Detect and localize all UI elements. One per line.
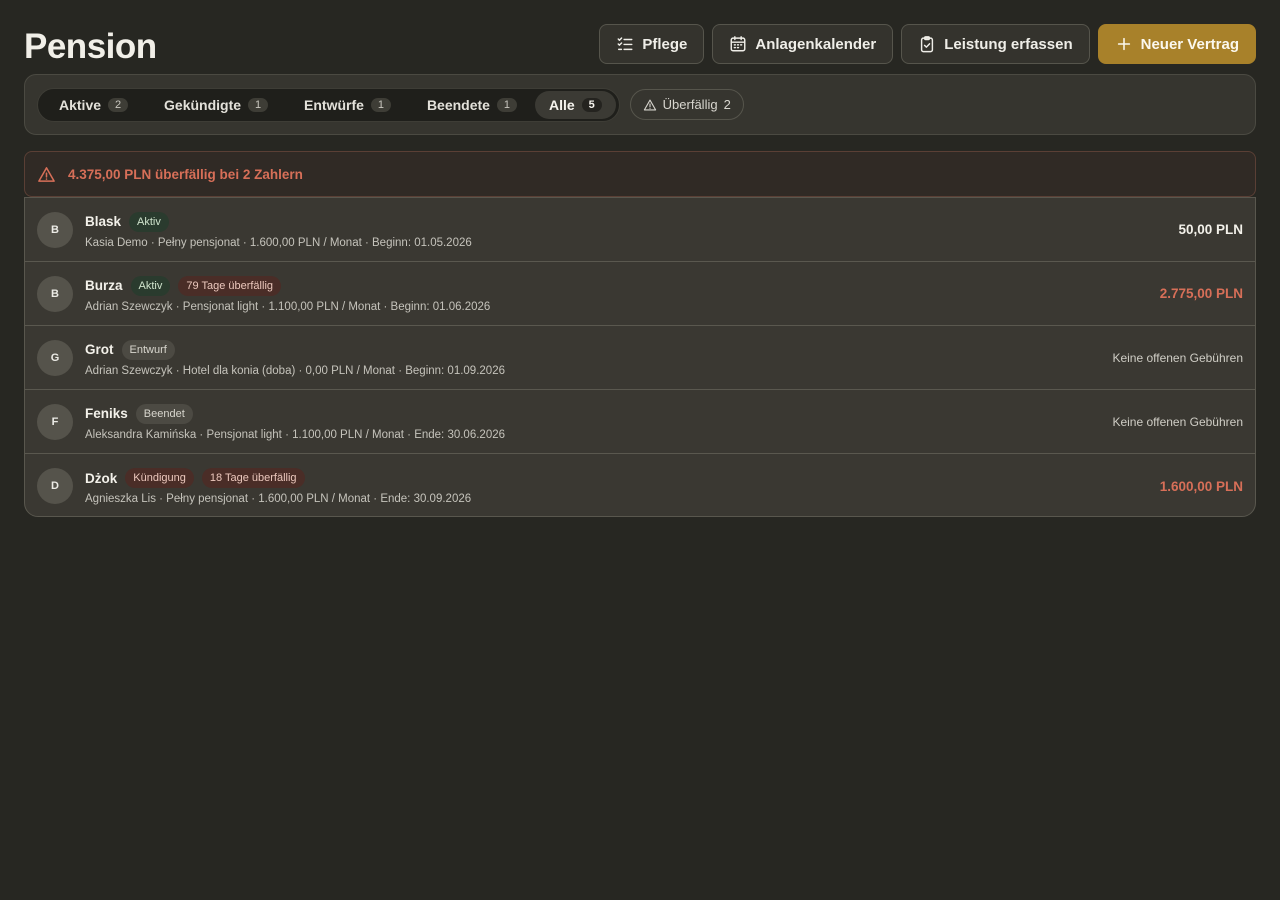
avatar: G [37,339,73,376]
open-amount: 2.775,00 PLN [1159,286,1243,301]
record-service-button[interactable]: Leistung erfassen [901,24,1090,64]
tab-label: Gekündigte [164,96,242,113]
contract-info: Dżok Kündigung 18 Tage überfällig Agnies… [85,467,1160,505]
contract-row[interactable]: B Blask Aktiv Kasia Demo · Pełny pensjon… [25,198,1255,262]
warning-icon [643,99,656,110]
contract-title-line: Feniks Beendet [85,403,1112,425]
contract-row[interactable]: D Dżok Kündigung 18 Tage überfällig Agni… [25,454,1255,516]
contract-details: Kasia Demo · Pełny pensjonat · 1.600,00 … [85,236,472,249]
care-button-label: Pflege [642,35,688,53]
status-badge: Beendet [135,403,193,424]
checklist-icon [617,37,633,51]
clipboard-check-icon [921,36,934,53]
overdue-filter-label: Überfällig [662,97,718,112]
tab-beendete[interactable]: Beendete 1 [409,91,535,119]
overdue-badge: 18 Tage überfällig [201,468,305,488]
tab-count: 1 [496,97,517,112]
contract-row[interactable]: G Grot Entwurf Adrian Szewczyk · Hotel d… [25,326,1255,390]
new-contract-button-label: Neuer Vertrag [1140,35,1239,53]
header-actions: Pflege Anlagenkalender Leistung erfassen [599,24,1256,64]
status-badge: Entwurf [121,339,175,360]
tab-alle[interactable]: Alle 5 [534,90,616,119]
overdue-badge: 79 Tage überfällig [178,275,282,296]
tab-label: Entwürfe [304,96,364,113]
page-title: Pension [24,26,157,66]
contract-title-line: Burza Aktiv 79 Tage überfällig [85,275,1160,297]
contract-info: Feniks Beendet Aleksandra Kamińska · Pen… [85,403,1112,441]
avatar: B [37,211,73,248]
tab-gekuendigte[interactable]: Gekündigte 1 [146,91,286,119]
pension-page: Pension Pflege Anlagenkalender Leistung … [24,0,1256,517]
avatar: B [37,275,73,312]
tab-count: 2 [108,97,129,112]
plus-icon [1117,37,1130,51]
avatar: F [37,403,73,440]
tab-count: 1 [370,97,391,112]
calendar-button[interactable]: Anlagenkalender [712,24,894,64]
tab-count: 1 [248,97,269,112]
contract-details: Adrian Szewczyk · Hotel dla konia (doba)… [85,364,505,377]
contract-details: Aleksandra Kamińska · Pensjonat light · … [85,428,506,441]
record-service-button-label: Leistung erfassen [944,35,1073,53]
open-amount: Keine offenen Gebühren [1112,350,1243,365]
open-amount: 1.600,00 PLN [1159,478,1243,494]
tab-entwuerfe[interactable]: Entwürfe 1 [286,91,409,119]
contract-title-line: Dżok Kündigung 18 Tage überfällig [85,467,1160,489]
contract-name: Grot [85,342,114,357]
overdue-filter-chip[interactable]: Überfällig 2 [629,89,744,120]
contract-row[interactable]: B Burza Aktiv 79 Tage überfällig Adrian … [25,262,1255,326]
contract-title-line: Blask Aktiv [85,211,1178,233]
contract-details: Agnieszka Lis · Pełny pensjonat · 1.600,… [85,493,472,505]
contract-info: Blask Aktiv Kasia Demo · Pełny pensjonat… [85,211,1178,249]
avatar: D [37,468,73,504]
open-amount: Keine offenen Gebühren [1112,414,1243,429]
calendar-icon [730,36,746,52]
tab-count: 5 [581,97,602,112]
calendar-button-label: Anlagenkalender [755,35,877,53]
contract-list: B Blask Aktiv Kasia Demo · Pełny pensjon… [24,197,1256,517]
contract-name: Burza [85,278,123,293]
contract-name: Feniks [85,406,128,421]
filter-panel: Aktive 2 Gekündigte 1 Entwürfe 1 Beendet… [24,74,1256,135]
status-badge: Kündigung [125,468,194,488]
contract-title-line: Grot Entwurf [85,339,1112,361]
tab-label: Beendete [426,96,490,113]
contract-info: Grot Entwurf Adrian Szewczyk · Hotel dla… [85,339,1112,377]
tab-label: Aktive [59,96,102,113]
overdue-alert: 4.375,00 PLN überfällig bei 2 Zahlern [24,151,1256,197]
new-contract-button[interactable]: Neuer Vertrag [1097,24,1256,64]
status-tabs: Aktive 2 Gekündigte 1 Entwürfe 1 Beendet… [37,87,620,122]
overdue-alert-text: 4.375,00 PLN überfällig bei 2 Zahlern [68,166,303,182]
contract-row[interactable]: F Feniks Beendet Aleksandra Kamińska · P… [25,390,1255,454]
open-amount: 50,00 PLN [1178,222,1243,237]
overdue-filter-count: 2 [723,97,731,112]
contract-info: Burza Aktiv 79 Tage überfällig Adrian Sz… [85,275,1160,313]
contract-name: Blask [85,214,122,229]
status-badge: Aktiv [129,211,169,232]
contract-name: Dżok [85,470,118,486]
care-button[interactable]: Pflege [599,24,705,64]
warning-icon [38,166,55,182]
status-badge: Aktiv [130,275,171,296]
contract-details: Adrian Szewczyk · Pensjonat light · 1.10… [85,300,491,313]
tab-aktive[interactable]: Aktive 2 [41,91,146,119]
tab-label: Alle [548,96,575,113]
page-header: Pension Pflege Anlagenkalender Leistung … [24,0,1256,74]
